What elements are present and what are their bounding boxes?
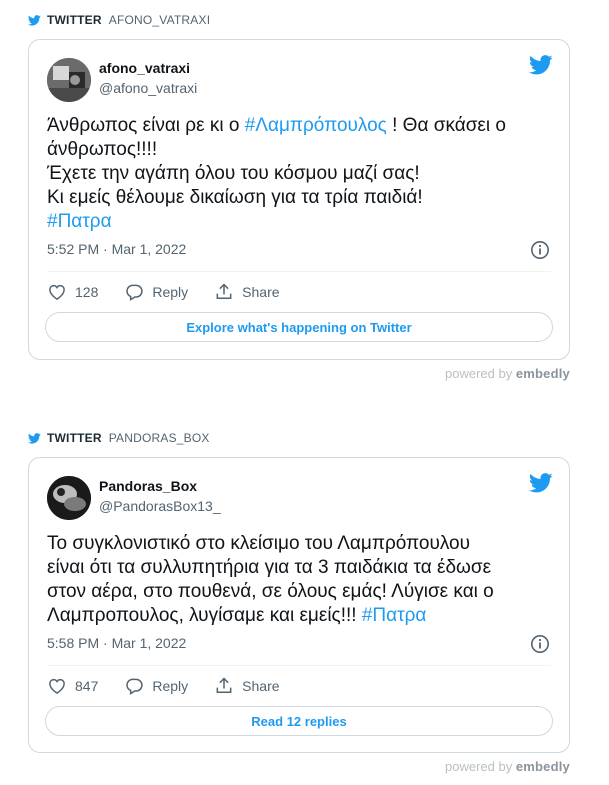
powered-prefix: powered by xyxy=(445,759,513,774)
twitter-bird-icon[interactable] xyxy=(529,473,553,493)
tweet-actions: 128 Reply Share xyxy=(47,282,306,302)
share-icon xyxy=(216,283,232,299)
share-icon xyxy=(216,677,232,693)
hashtag-link[interactable]: #Πατρα xyxy=(47,211,112,232)
tweet-text-line: στον αέρα, στο πουθενά, σε όλους εμάς! Λ… xyxy=(47,581,494,602)
share-label: Share xyxy=(242,678,280,694)
share-label: Share xyxy=(242,284,280,300)
tweet-actions: 847 Reply Share xyxy=(47,676,306,696)
embed-source-label: TWITTER xyxy=(47,431,102,445)
info-icon[interactable] xyxy=(530,240,550,260)
twitter-bird-icon[interactable] xyxy=(529,55,553,75)
author-handle[interactable]: @PandorasBox13_ xyxy=(99,498,221,514)
tweet-text-line: Έχετε την αγάπη όλου του κόσμου μαζί σας… xyxy=(47,163,420,184)
powered-prefix: powered by xyxy=(445,366,513,381)
like-button[interactable]: 847 xyxy=(47,676,98,696)
embed-source-label: TWITTER xyxy=(47,13,102,27)
share-button[interactable]: Share xyxy=(214,676,280,696)
explore-twitter-button[interactable]: Explore what's happening on Twitter xyxy=(45,312,553,342)
avatar-image xyxy=(47,476,91,520)
tweet-text-line: άνθρωπος!!!! xyxy=(47,139,158,160)
tweet-timestamp[interactable]: 5:58 PM · Mar 1, 2022 xyxy=(47,635,186,651)
like-count: 847 xyxy=(75,678,99,694)
tweet-embed-1: TWITTER AFONO_VATRAXI afono_vatraxi @afo… xyxy=(28,10,570,381)
tweet-text-line: Άνθρωπος είναι ρε κι ο #Λαμπρόπουλος ! Θ… xyxy=(47,115,506,136)
powered-by-embedly[interactable]: powered by embedly xyxy=(445,366,570,381)
tweet-text: Άνθρωπος είναι ρε κι ο #Λαμπρόπουλος ! Θ… xyxy=(47,114,551,234)
reply-label: Reply xyxy=(152,284,189,300)
tweet-timestamp[interactable]: 5:52 PM · Mar 1, 2022 xyxy=(47,241,186,257)
reply-button[interactable]: Reply xyxy=(124,676,188,696)
embedly-brand: embedly xyxy=(515,759,570,774)
share-button[interactable]: Share xyxy=(214,282,280,302)
tweet-text-line: είναι ότι τα συλλυπητήρια για τα 3 παιδά… xyxy=(47,557,492,578)
avatar-image xyxy=(47,58,91,102)
tweet-text-line: Το συγκλονιστικό στο κλείσιμο του Λαμπρό… xyxy=(47,533,471,554)
author-name[interactable]: Pandoras_Box xyxy=(99,478,197,494)
heart-icon xyxy=(49,284,65,300)
powered-by-embedly[interactable]: powered by embedly xyxy=(445,759,570,774)
tweet-text-line: #Πατρα xyxy=(47,210,551,234)
hashtag-link[interactable]: #Πατρα xyxy=(362,605,427,626)
embedly-brand: embedly xyxy=(515,366,570,381)
hashtag-link[interactable]: #Λαμπρόπουλος xyxy=(245,115,387,136)
tweet-text-line: Κι εμείς θέλουμε δικαίωση για τα τρία πα… xyxy=(47,187,423,208)
author-name[interactable]: afono_vatraxi xyxy=(99,60,190,76)
reply-label: Reply xyxy=(152,678,189,694)
divider xyxy=(47,271,551,272)
tweet-card[interactable]: Pandoras_Box @PandorasBox13_ Το συγκλονι… xyxy=(28,457,570,753)
divider xyxy=(47,665,551,666)
tweet-text: Το συγκλονιστικό στο κλείσιμο του Λαμπρό… xyxy=(47,532,551,628)
reply-icon xyxy=(126,678,144,695)
reply-button[interactable]: Reply xyxy=(124,282,188,302)
reply-icon xyxy=(126,284,144,301)
tweet-embed-2: TWITTER PANDORAS_BOX Pandoras_Box @Pando… xyxy=(28,428,570,774)
avatar[interactable] xyxy=(47,58,91,102)
author-handle[interactable]: @afono_vatraxi xyxy=(99,80,197,96)
twitter-bird-icon xyxy=(28,14,41,26)
twitter-bird-icon xyxy=(28,432,41,444)
info-icon[interactable] xyxy=(530,634,550,654)
read-replies-button[interactable]: Read 12 replies xyxy=(45,706,553,736)
embed-header: TWITTER PANDORAS_BOX xyxy=(28,428,570,448)
like-count: 128 xyxy=(75,284,99,300)
tweet-text-line: Λαμπροπουλος, λυγίσαμε και εμείς!!! #Πατ… xyxy=(47,605,427,626)
heart-icon xyxy=(49,678,65,694)
tweet-card[interactable]: afono_vatraxi @afono_vatraxi Άνθρωπος εί… xyxy=(28,39,570,360)
embed-header: TWITTER AFONO_VATRAXI xyxy=(28,10,570,30)
avatar[interactable] xyxy=(47,476,91,520)
embed-user-label: PANDORAS_BOX xyxy=(108,431,210,445)
like-button[interactable]: 128 xyxy=(47,282,98,302)
embed-user-label: AFONO_VATRAXI xyxy=(108,13,211,27)
